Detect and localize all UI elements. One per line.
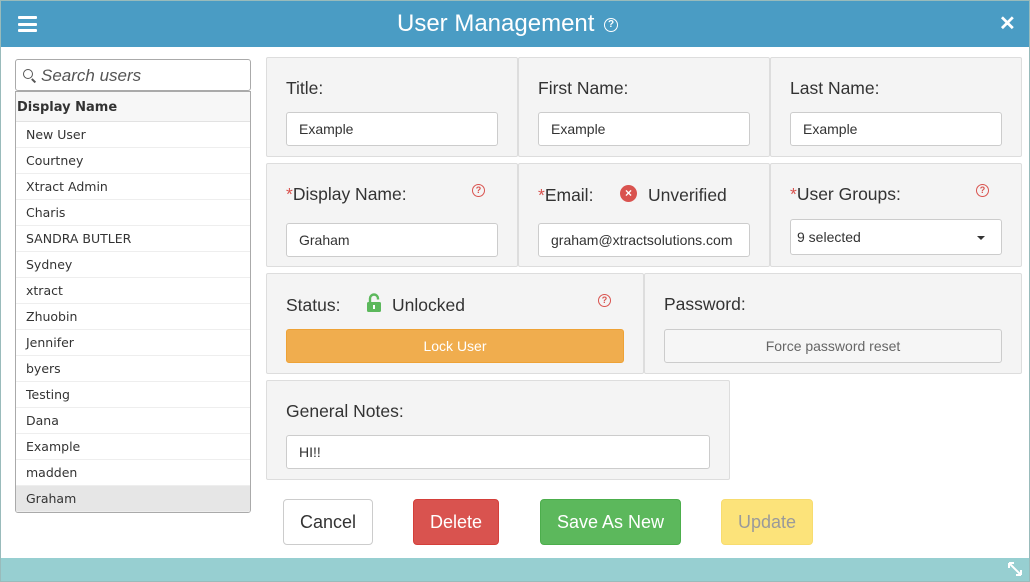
email-field[interactable]	[538, 223, 750, 257]
title-panel: Title:	[266, 57, 518, 157]
user-groups-value: 9 selected	[797, 229, 861, 245]
help-icon[interactable]: ?	[472, 184, 485, 197]
user-groups-label: *User Groups:	[790, 184, 901, 205]
resize-icon[interactable]	[1007, 561, 1023, 577]
list-item[interactable]: Example	[16, 434, 250, 460]
list-item[interactable]: Zhuobin	[16, 304, 250, 330]
list-item[interactable]: Sydney	[16, 252, 250, 278]
list-header[interactable]: Display Name	[16, 92, 250, 122]
help-icon[interactable]: ?	[598, 294, 611, 307]
display-name-field[interactable]	[286, 223, 498, 257]
first-name-panel: First Name:	[518, 57, 770, 157]
close-icon[interactable]: ✕	[999, 11, 1016, 36]
password-panel: Password: Force password reset	[644, 273, 1022, 374]
list-item[interactable]: Dana	[16, 408, 250, 434]
required-mark: *	[538, 185, 545, 205]
force-password-reset-button[interactable]: Force password reset	[664, 329, 1002, 363]
display-name-label-text: Display Name:	[292, 184, 407, 204]
status-panel: Status: Unlocked ? Lock User	[266, 273, 644, 374]
list-item[interactable]: Testing	[16, 382, 250, 408]
general-notes-panel: General Notes:	[266, 380, 730, 480]
status-label: Status:	[286, 295, 341, 315]
list-item[interactable]: Charis	[16, 200, 250, 226]
list-item[interactable]: Courtney	[16, 148, 250, 174]
help-icon[interactable]: ?	[604, 18, 618, 32]
delete-button[interactable]: Delete	[413, 499, 499, 545]
display-name-label: *Display Name:	[286, 184, 407, 205]
first-name-field[interactable]	[538, 112, 750, 146]
list-item[interactable]: Jennifer	[16, 330, 250, 356]
list-item[interactable]: xtract	[16, 278, 250, 304]
required-mark: *	[286, 184, 293, 204]
search-box	[15, 59, 251, 91]
unlock-icon	[367, 293, 381, 312]
status-value: Unlocked	[392, 295, 465, 315]
email-label: *Email:	[538, 185, 593, 206]
first-name-label: First Name:	[538, 78, 629, 98]
display-name-panel: *Display Name: ?	[266, 163, 518, 267]
chevron-down-icon	[977, 236, 985, 240]
required-mark: *	[790, 184, 797, 204]
list-item[interactable]: New User	[16, 122, 250, 148]
lock-user-button[interactable]: Lock User	[286, 329, 624, 363]
list-item[interactable]: Xtract Admin	[16, 174, 250, 200]
general-notes-field[interactable]	[286, 435, 710, 469]
search-icon	[23, 69, 33, 79]
last-name-label: Last Name:	[790, 78, 880, 98]
user-groups-panel: *User Groups: ? 9 selected	[770, 163, 1022, 267]
user-management-window: User Management ? ✕ Display Name New Use…	[0, 0, 1030, 582]
password-label: Password:	[664, 294, 746, 314]
last-name-field[interactable]	[790, 112, 1002, 146]
user-groups-label-text: User Groups:	[796, 184, 901, 204]
user-list: Display Name New User Courtney Xtract Ad…	[15, 91, 251, 513]
footer-bar	[1, 558, 1029, 581]
search-input[interactable]	[41, 64, 241, 88]
user-groups-select[interactable]: 9 selected	[790, 219, 1002, 255]
update-button[interactable]: Update	[721, 499, 813, 545]
window-title: User Management	[397, 10, 595, 37]
list-item[interactable]: SANDRA BUTLER	[16, 226, 250, 252]
list-item-selected[interactable]: Graham	[16, 486, 250, 512]
title-field[interactable]	[286, 112, 498, 146]
list-item[interactable]: byers	[16, 356, 250, 382]
save-as-new-button[interactable]: Save As New	[540, 499, 681, 545]
cancel-button[interactable]: Cancel	[283, 499, 373, 545]
title-label: Title:	[286, 78, 324, 98]
hamburger-menu-icon[interactable]	[18, 16, 37, 32]
help-icon[interactable]: ?	[976, 184, 989, 197]
last-name-panel: Last Name:	[770, 57, 1022, 157]
title-bar: User Management ? ✕	[1, 1, 1029, 47]
general-notes-label: General Notes:	[286, 401, 404, 421]
email-verification-status: Unverified	[648, 185, 727, 205]
unverified-x-icon: ×	[620, 185, 637, 202]
email-panel: *Email: × Unverified	[518, 163, 770, 267]
email-label-text: Email:	[544, 185, 594, 205]
list-item[interactable]: madden	[16, 460, 250, 486]
